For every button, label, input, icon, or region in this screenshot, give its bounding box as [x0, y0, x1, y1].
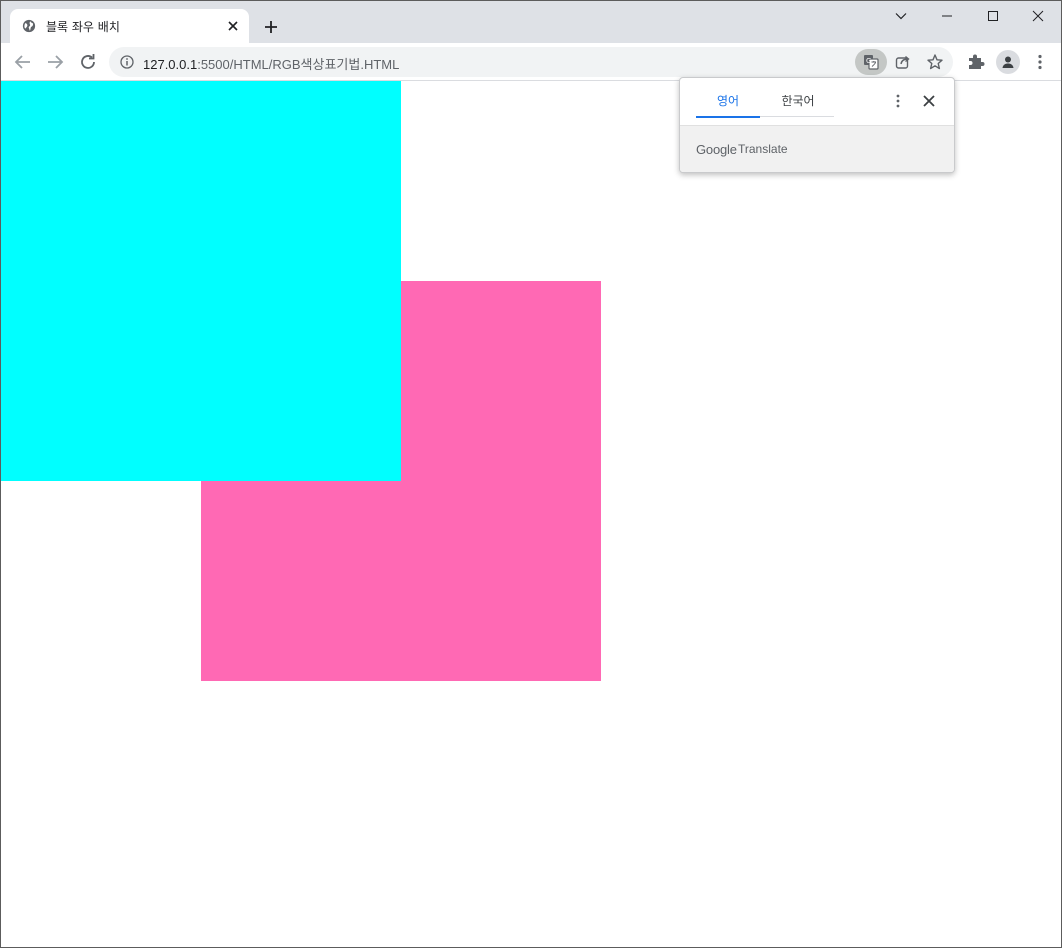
chevron-down-icon [895, 13, 907, 20]
url-path: :5500/HTML/RGB색상표기법.HTML [197, 57, 400, 72]
active-language-underline [696, 116, 760, 118]
tab-search-button[interactable] [878, 1, 924, 31]
tab-source-language[interactable]: 영어 [696, 92, 760, 109]
browser-window: 블록 좌우 배치 127.0.0.1:5500/HTML/RGB색상표기법.HT… [0, 0, 1062, 948]
extensions-puzzle-icon[interactable] [966, 52, 986, 72]
profile-avatar[interactable] [996, 50, 1020, 74]
translate-button[interactable]: G [855, 49, 887, 75]
tab-target-language[interactable]: 한국어 [766, 92, 830, 109]
reload-icon[interactable] [77, 51, 99, 73]
tab-strip: 블록 좌우 배치 [1, 1, 1061, 43]
translate-icon: G [864, 55, 879, 70]
back-arrow-icon[interactable] [12, 51, 34, 73]
url-host: 127.0.0.1 [143, 57, 198, 72]
globe-icon [22, 19, 36, 33]
tab-close-icon[interactable] [227, 20, 239, 32]
close-icon[interactable] [922, 94, 936, 108]
translate-footer: Google Translate [680, 125, 954, 172]
share-icon[interactable] [894, 53, 912, 71]
toolbar: 127.0.0.1:5500/HTML/RGB색상표기법.HTML G [1, 43, 1061, 81]
active-tab[interactable]: 블록 좌우 배치 [10, 9, 249, 43]
svg-text:G: G [866, 57, 871, 65]
page-content [1, 81, 1061, 947]
more-vert-icon[interactable] [1030, 52, 1050, 72]
google-logo: Google [696, 142, 737, 157]
bookmark-star-icon[interactable] [926, 53, 944, 71]
more-vert-icon[interactable] [890, 93, 906, 109]
address-bar[interactable]: 127.0.0.1:5500/HTML/RGB색상표기법.HTML G [109, 47, 953, 77]
minimize-icon [942, 15, 952, 17]
tab-title: 블록 좌우 배치 [46, 20, 120, 34]
translate-popup: 영어 한국어 Google Translate [679, 77, 955, 173]
new-tab-icon[interactable] [262, 18, 280, 36]
person-icon [1002, 56, 1014, 68]
close-window-button[interactable] [1015, 1, 1061, 31]
language-tab-divider [760, 116, 834, 117]
url-text: 127.0.0.1:5500/HTML/RGB색상표기법.HTML [143, 54, 399, 73]
forward-arrow-icon[interactable] [44, 51, 66, 73]
maximize-button[interactable] [970, 1, 1016, 31]
translate-label: Translate [738, 142, 788, 156]
cyan-block [1, 81, 401, 481]
site-info-icon[interactable] [120, 55, 134, 69]
minimize-button[interactable] [924, 1, 970, 31]
close-icon [1032, 10, 1044, 22]
maximize-icon [988, 11, 998, 21]
